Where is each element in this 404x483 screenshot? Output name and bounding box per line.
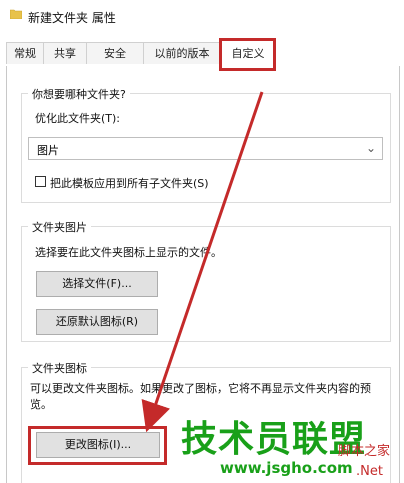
properties-dialog: 新建文件夹 属性 常规 共享 安全 以前的版本 自定义 你想要哪种文件夹? 优化… xyxy=(0,0,404,483)
watermark-sub: 脚本之家 xyxy=(338,444,391,459)
watermark-net: .Net xyxy=(356,464,383,479)
watermark-url: www.jsgho.com xyxy=(220,459,353,477)
